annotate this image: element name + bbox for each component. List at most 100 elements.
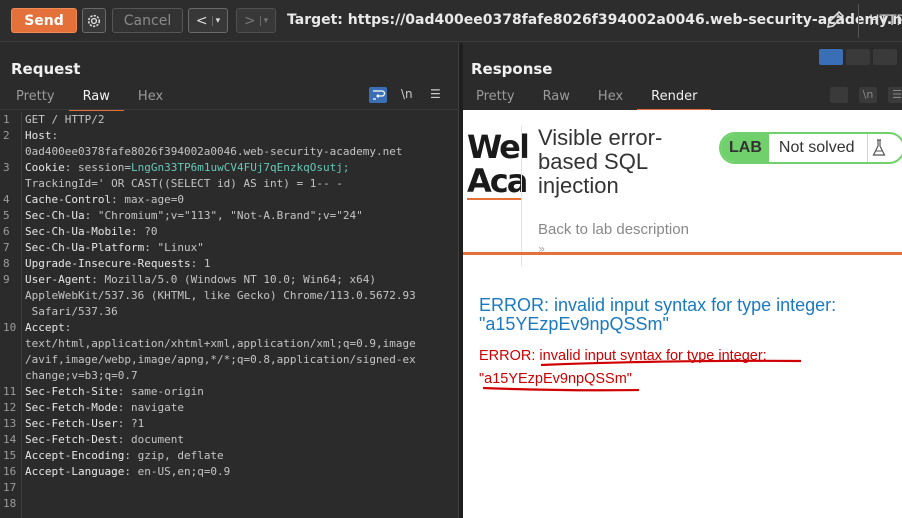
header-value: : gzip, deflate (124, 449, 224, 462)
forward-button[interactable]: > ▾ (236, 8, 276, 33)
code-text: Sec-Ch-Ua: "Chromium";v="113", "Not-A.Br… (25, 208, 363, 224)
line-number: 1 (3, 113, 10, 126)
layout-toggle (819, 49, 897, 65)
code-text: Accept: (25, 320, 71, 336)
tab-divider (0, 109, 458, 110)
header-value: 0ad400ee0378fafe8026f394002a0046.web-sec… (25, 145, 403, 158)
code-text: Safari/537.36 (25, 304, 118, 320)
code-text: Sec-Ch-Ua-Mobile: ?0 (25, 224, 157, 240)
layout-stacked-icon[interactable] (846, 49, 870, 65)
settings-button[interactable] (82, 8, 106, 33)
header-key: Upgrade-Insecure-Requests (25, 257, 191, 270)
newline-icon[interactable]: \n (859, 87, 877, 103)
back-arrow-icon: < (195, 12, 208, 29)
http-version-label[interactable]: HTTP (858, 4, 902, 38)
back-button[interactable]: < ▾ (188, 8, 228, 33)
response-tabs: Pretty Raw Hex Render (462, 87, 712, 111)
request-tabs: Pretty Raw Hex (2, 87, 177, 111)
layout-tabs-icon[interactable] (873, 49, 897, 65)
header-key: Sec-Fetch-User (25, 417, 118, 430)
line-number: 16 (3, 465, 17, 478)
header-key: Sec-Ch-Ua-Mobile (25, 225, 131, 238)
header-value: Safari/537.36 (25, 305, 118, 318)
header-key: User-Agent (25, 273, 92, 286)
header-key: Accept (25, 321, 65, 334)
code-text: Accept-Language: en-US,en;q=0.9 (25, 464, 230, 480)
header-key: Accept-Encoding (25, 449, 125, 462)
code-text: User-Agent: Mozilla/5.0 (Windows NT 10.0… (25, 272, 376, 288)
tab-pretty[interactable]: Pretty (2, 87, 69, 109)
header-value: : (64, 321, 72, 334)
send-button[interactable]: Send (11, 8, 77, 33)
header-value: : ?0 (130, 225, 158, 238)
line-number: 14 (3, 433, 17, 446)
header-value: : ?1 (117, 417, 145, 430)
request-editor[interactable]: 1 GET / HTTP/2 2 Host: 0ad400ee0378fafe8026f… (0, 112, 458, 518)
line-number: 15 (3, 449, 17, 462)
tab-raw[interactable]: Raw (68, 87, 125, 111)
header-value: : 1 (190, 257, 211, 270)
tab-raw[interactable]: Raw (529, 87, 584, 109)
line-number: 10 (3, 321, 17, 334)
code-text: 0ad400ee0378fafe8026f394002a0046.web-sec… (25, 144, 403, 160)
code-text: Host: (25, 128, 58, 144)
code-text: /avif,image/webp,image/apng,*/*;q=0.8,ap… (25, 352, 416, 368)
header-value: : same-origin (117, 385, 204, 398)
top-toolbar: Send Cancel < ▾ > ▾ Target: https://0ad4… (0, 0, 902, 42)
tab-render[interactable]: Render (637, 87, 712, 111)
line-number: 4 (3, 193, 10, 206)
red-underline-annotation (482, 359, 802, 392)
code-text: Cache-Control: max-age=0 (25, 192, 184, 208)
code-text: TrackingId=' OR CAST((SELECT id) AS int)… (25, 176, 343, 192)
header-key: Accept-Language (25, 465, 125, 478)
target-url: Target: https://0ad400ee0378fafe8026f394… (287, 12, 902, 28)
tab-pretty[interactable]: Pretty (462, 87, 529, 109)
forward-dropdown-icon[interactable]: ▾ (259, 15, 268, 26)
line-number: 12 (3, 401, 17, 414)
menu-icon[interactable]: ☰ (430, 87, 441, 101)
header-value: : navigate (117, 401, 184, 414)
word-wrap-icon[interactable] (830, 87, 848, 103)
forward-arrow-icon: > (243, 12, 256, 29)
code-text: change;v=b3;q=0.7 (25, 368, 138, 384)
gear-icon (87, 14, 101, 27)
header-key: Sec-Ch-Ua (25, 209, 85, 222)
request-title: Request (11, 60, 81, 78)
header-value: TrackingId=' OR CAST((SELECT id) AS int)… (25, 177, 343, 190)
cookie-value: LngGn33TP6m1uwCV4FUj7qEnzkqOsutj; (130, 161, 350, 174)
code-text: Upgrade-Insecure-Requests: 1 (25, 256, 210, 272)
header-key: Host (25, 129, 52, 142)
code-text: Sec-Fetch-Site: same-origin (25, 384, 204, 400)
header-key: Sec-Fetch-Site (25, 385, 118, 398)
line-number: 9 (3, 273, 10, 286)
cancel-button[interactable]: Cancel (112, 8, 183, 33)
code-text: Accept-Encoding: gzip, deflate (25, 448, 224, 464)
layout-side-by-side-icon[interactable] (819, 49, 843, 65)
header-value: : max-age=0 (111, 193, 184, 206)
header-key: Cache-Control (25, 193, 112, 206)
back-dropdown-icon[interactable]: ▾ (211, 15, 220, 26)
header-value: : (51, 129, 59, 142)
tab-hex[interactable]: Hex (584, 87, 637, 109)
line-number: 3 (3, 161, 10, 174)
header-value: : document (117, 433, 184, 446)
response-panel: Response Pretty Raw Hex Render \n ☰ Wel … (463, 43, 902, 518)
tab-hex[interactable]: Hex (124, 87, 177, 109)
pencil-icon[interactable] (824, 9, 846, 31)
code-text: Sec-Fetch-Mode: navigate (25, 400, 184, 416)
request-panel: Request Pretty Raw Hex \n ☰ 1 GET / HTTP/… (0, 43, 458, 518)
menu-icon[interactable]: ☰ (888, 87, 902, 103)
header-value: : "Chromium";v="113", "Not-A.Brand";v="2… (84, 209, 363, 222)
newline-icon[interactable]: \n (401, 87, 413, 101)
code-text: text/html,application/xhtml+xml,applicat… (25, 336, 416, 352)
code-text: Cookie: session=LngGn33TP6m1uwCV4FUj7qEn… (25, 160, 350, 176)
rendered-page: Wel Aca Visible error-based SQL injectio… (463, 110, 902, 518)
header-value: GET / HTTP/2 (25, 113, 105, 126)
header-value: text/html,application/xhtml+xml,applicat… (25, 337, 416, 350)
header-key: Sec-Ch-Ua-Platform (25, 241, 145, 254)
word-wrap-icon[interactable] (369, 87, 387, 103)
repeater-window: Send Cancel < ▾ > ▾ Target: https://0ad4… (0, 0, 902, 518)
header-key: Sec-Fetch-Dest (25, 433, 118, 446)
header-value: : session= (64, 161, 131, 174)
line-number: 8 (3, 257, 10, 270)
